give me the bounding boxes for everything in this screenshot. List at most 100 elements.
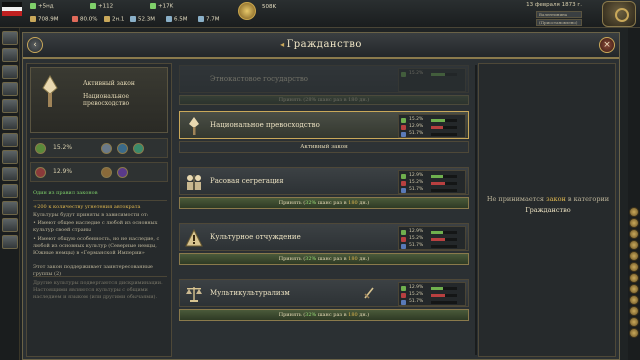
game-date: 13 февраля 1873 г. <box>526 2 582 8</box>
influence-icon <box>90 3 96 9</box>
law-support-stats: 12.9% 15.2% 51.7% <box>398 170 466 194</box>
law-support-stats: 12.9% 15.2% 51.7% <box>398 226 466 250</box>
resource-bureaucracy[interactable]: +17K <box>150 3 173 10</box>
rank-icon <box>104 16 110 22</box>
effect-bullet: • Имеют общее наследие с любой из основн… <box>33 220 158 233</box>
notification-icon[interactable] <box>629 284 639 294</box>
interest-group-icon[interactable] <box>101 143 112 154</box>
effect-line: Культуры будут приняты в зависимости от: <box>33 212 149 218</box>
window-title: Гражданство <box>23 39 619 50</box>
notification-icon[interactable] <box>629 262 639 272</box>
oppose-row: 12.9% <box>30 162 168 182</box>
resource-influence[interactable]: +112 <box>90 3 113 10</box>
law-support-stats: 15.2% 12.9% 51.7% <box>398 114 466 138</box>
notification-icon[interactable] <box>629 240 639 250</box>
scales-icon <box>186 287 202 302</box>
notification-icon[interactable] <box>629 317 639 327</box>
interest-group-icon[interactable] <box>133 143 144 154</box>
support-icon <box>35 143 46 154</box>
sidebar-interests-button[interactable] <box>2 218 18 232</box>
literacy-icon <box>72 16 78 22</box>
effect-bullet: • Имеют общую особенность, но не наследи… <box>33 236 160 256</box>
law-support-stats: 12.9% 15.2% 51.7% <box>398 282 466 306</box>
law-support-stats: 15.2% <box>398 68 466 92</box>
enact-button[interactable]: Принять (32% шанс раз в 180 дн.) <box>179 197 469 209</box>
divider <box>33 200 167 201</box>
law-name: Национальное превосходство <box>210 121 320 129</box>
warning-triangle-icon <box>185 228 203 247</box>
no-law-in-progress-text: Не принимается закон в категории Граждан… <box>486 195 610 214</box>
resource-gdp[interactable]: 708.9M <box>30 16 59 23</box>
resource-population[interactable]: 52.3M <box>130 16 155 23</box>
sidebar-budget-button[interactable] <box>2 167 18 181</box>
segregation-icon <box>187 175 201 190</box>
right-notification-bar <box>628 28 640 360</box>
notification-icon[interactable] <box>629 328 639 338</box>
active-law-label: Активный закон <box>179 141 469 153</box>
country-flag[interactable] <box>2 2 22 16</box>
pause-status[interactable]: (Приостановлено) <box>536 19 582 26</box>
resource-army[interactable]: 7.7M <box>198 16 220 23</box>
interest-group-icon[interactable] <box>101 167 112 178</box>
top-resource-bar: +5нд +112 +17K 708.9M 80.0% 2н.1 52.3M 6… <box>0 0 640 28</box>
workforce-icon <box>166 16 172 22</box>
sidebar-journal-button[interactable] <box>2 184 18 198</box>
law-name: Этнокастовое государство <box>210 75 309 83</box>
resource-treasury[interactable]: 508K <box>262 4 276 10</box>
sidebar-economy-button[interactable] <box>2 48 18 62</box>
notification-icon[interactable] <box>629 306 639 316</box>
game-speed-clock-icon[interactable] <box>602 1 636 27</box>
torch-icon <box>42 75 58 107</box>
resource-rank[interactable]: 2н.1 <box>104 16 124 23</box>
laws-window: ‹ Гражданство × Активный закон Националь… <box>22 32 620 360</box>
notification-icon[interactable] <box>629 251 639 261</box>
torch-icon <box>189 117 199 135</box>
resource-literacy[interactable]: 80.0% <box>72 16 97 23</box>
army-icon <box>198 16 204 22</box>
effect-footer: Другие культуры подвергаются дискриминац… <box>33 280 163 300</box>
sidebar-map-button[interactable] <box>2 235 18 249</box>
interest-group-icon[interactable] <box>117 167 128 178</box>
law-note: Один из правил законов <box>33 190 98 196</box>
active-law-card: Активный закон Национальное превосходств… <box>30 67 168 133</box>
law-detail-panel: Активный закон Национальное превосходств… <box>26 63 172 357</box>
interest-group-icon[interactable] <box>117 143 128 154</box>
sidebar-military-button[interactable] <box>2 82 18 96</box>
enact-button[interactable]: Принять (32% шанс раз в 180 дн.) <box>179 253 469 265</box>
sidebar-politics-button[interactable] <box>2 31 18 45</box>
notification-icon[interactable] <box>629 273 639 283</box>
notification-icon[interactable] <box>629 295 639 305</box>
sword-icon <box>364 287 374 299</box>
window-header: ‹ Гражданство × <box>23 33 619 59</box>
sidebar-diplomacy-button[interactable] <box>2 65 18 79</box>
resource-workforce[interactable]: 6.5M <box>166 16 188 23</box>
sidebar-buildings-button[interactable] <box>2 150 18 164</box>
sidebar-population-button[interactable] <box>2 116 18 130</box>
enact-button[interactable]: Принять (28% шанс раз в 180 дн.) <box>179 95 469 105</box>
prestige-icon <box>30 3 36 9</box>
law-list-scrollbar[interactable] <box>475 65 477 355</box>
effect-head: +200 к количеству угнетения автократа <box>33 204 141 210</box>
notification-icon[interactable] <box>629 207 639 217</box>
sidebar-laws-button[interactable] <box>2 201 18 215</box>
population-icon <box>130 16 136 22</box>
close-button[interactable]: × <box>599 37 615 53</box>
notification-icon[interactable] <box>629 229 639 239</box>
speed-label[interactable]: Валентинина Форте <box>536 11 582 23</box>
notification-icon[interactable] <box>629 218 639 228</box>
oppose-icon <box>35 167 46 178</box>
law-name: Культурное отчуждение <box>210 233 301 241</box>
sidebar-technology-button[interactable] <box>2 99 18 113</box>
law-status-label: Активный закон <box>83 80 135 87</box>
treasury-coin-icon[interactable] <box>238 2 256 20</box>
resource-prestige[interactable]: +5нд <box>30 3 54 10</box>
law-name: Мультикультурализм <box>210 289 290 297</box>
divider <box>33 276 167 277</box>
sidebar-markets-button[interactable] <box>2 133 18 147</box>
law-name: Национальное превосходство <box>83 93 130 107</box>
gdp-icon <box>30 16 36 22</box>
left-outliner-bar <box>0 28 20 360</box>
support-row: 15.2% <box>30 138 168 158</box>
category-info-panel: Не принимается закон в категории Граждан… <box>478 63 616 357</box>
enact-button[interactable]: Принять (32% шанс раз в 180 дн.) <box>179 309 469 321</box>
